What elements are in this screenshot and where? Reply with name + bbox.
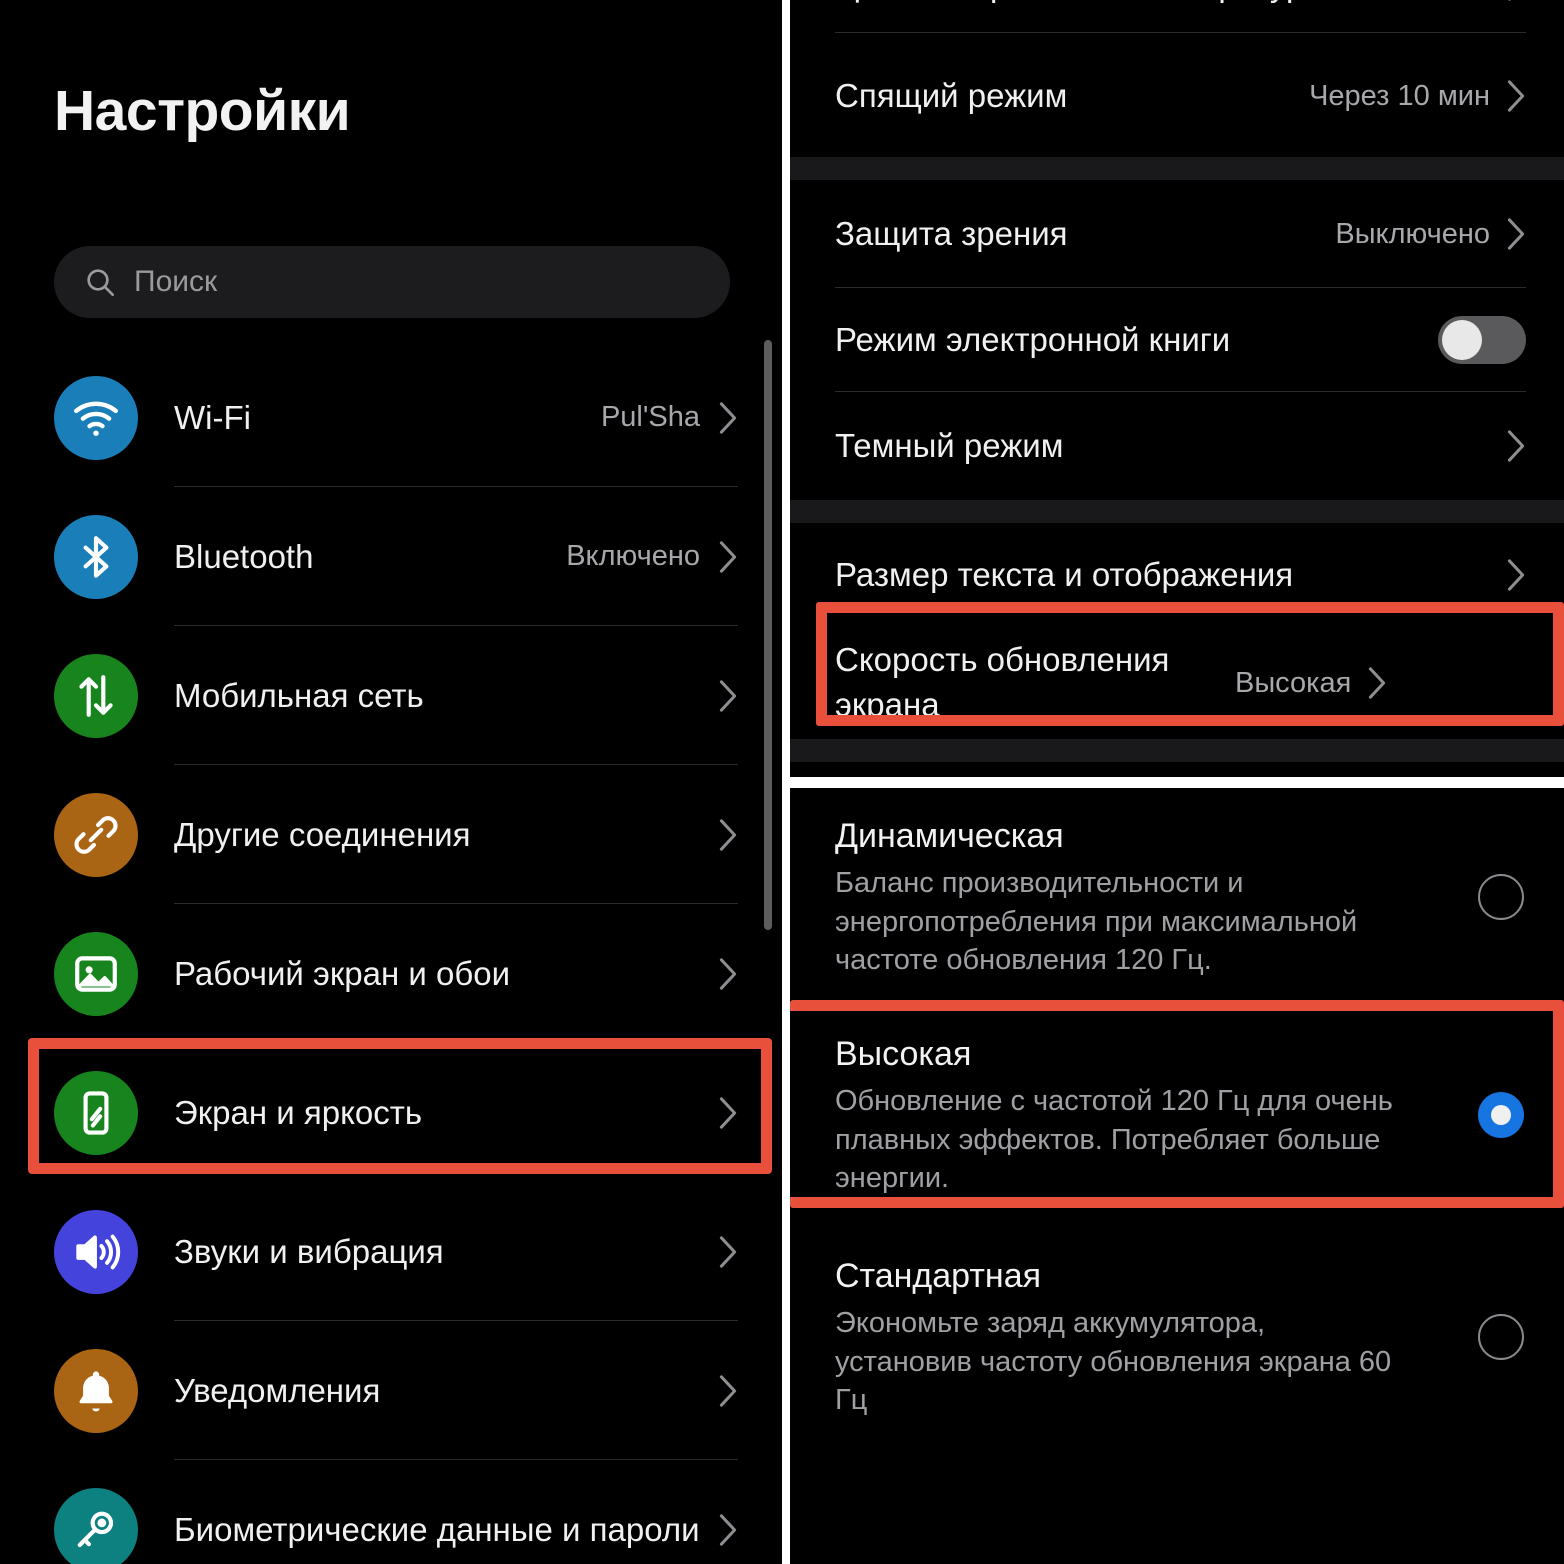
- sidebar-item-value: Pul'Sha: [600, 401, 700, 433]
- sidebar-item-notifications[interactable]: Уведомления: [0, 1321, 782, 1460]
- setting-row-screen-refresh-rate[interactable]: Скорость обновления экрана Высокая: [790, 627, 1564, 739]
- chevron-right-icon: [718, 1374, 738, 1408]
- refresh-rate-options-panel: Динамическая Баланс производительности и…: [790, 788, 1564, 1564]
- sound-icon: [54, 1209, 138, 1294]
- mobile-network-icon: [54, 653, 138, 738]
- chevron-right-icon: [718, 401, 738, 435]
- chevron-right-icon: [1367, 666, 1387, 700]
- setting-label: Защита зрения: [835, 214, 1068, 252]
- setting-row-dark-mode[interactable]: Темный режим: [790, 392, 1564, 500]
- sidebar-item-label: Мобильная сеть: [174, 676, 424, 714]
- sidebar-item-label: Другие соединения: [174, 815, 471, 853]
- radio-standard[interactable]: [1478, 1313, 1524, 1360]
- section-separator-band: [790, 739, 1564, 762]
- setting-label: Размер текста и отображения: [835, 555, 1294, 593]
- setting-label: Режим электронной книги: [835, 320, 1231, 358]
- setting-value: Выключено: [1335, 217, 1490, 250]
- chevron-right-icon: [718, 818, 738, 852]
- key-icon: [54, 1487, 138, 1564]
- chevron-right-icon: [718, 1235, 738, 1269]
- divider-wrap: [790, 0, 1564, 35]
- sidebar-item-biometrics-passwords[interactable]: Биометрические данные и пароли: [0, 1460, 782, 1564]
- option-title: Стандартная: [835, 1256, 1042, 1295]
- option-standard[interactable]: Стандартная Экономьте заряд аккумулятора…: [790, 1230, 1564, 1442]
- sidebar-item-label: Биометрические данные и пароли: [174, 1510, 700, 1548]
- sidebar-item-other-connections[interactable]: Другие соединения: [0, 765, 782, 904]
- setting-row-text-size-display[interactable]: Размер текста и отображения: [790, 523, 1564, 627]
- toggle-knob: [1442, 320, 1482, 360]
- wallpaper-icon: [54, 931, 138, 1016]
- search-placeholder: Поиск: [134, 265, 218, 298]
- display-settings-panel: Цветовой режим и температура Спящий режи…: [790, 0, 1564, 777]
- section-separator-band: [790, 157, 1564, 180]
- chevron-right-icon: [1506, 217, 1526, 251]
- setting-value: Высокая: [1235, 666, 1352, 699]
- setting-row-eye-comfort[interactable]: Защита зрения Выключено: [790, 180, 1564, 288]
- sidebar-item-sounds-vibration[interactable]: Звуки и вибрация: [0, 1182, 782, 1321]
- search-icon: [84, 266, 116, 298]
- chevron-right-icon: [1506, 429, 1526, 463]
- sidebar-item-bluetooth[interactable]: Bluetooth Включено: [0, 487, 782, 626]
- option-title: Динамическая: [835, 817, 1064, 855]
- option-text: Динамическая Баланс производительности и…: [835, 814, 1454, 980]
- sidebar-item-label: Wi-Fi: [174, 398, 251, 436]
- page-title: Настройки: [54, 79, 351, 143]
- chevron-right-icon: [1506, 79, 1526, 113]
- sidebar-item-label: Звуки и вибрация: [174, 1232, 444, 1270]
- setting-row-sleep-mode[interactable]: Спящий режим Через 10 мин: [790, 35, 1564, 157]
- bluetooth-icon: [54, 514, 138, 599]
- chevron-right-icon: [718, 1513, 738, 1547]
- option-high[interactable]: Высокая Обновление с частотой 120 Гц для…: [790, 1002, 1564, 1230]
- bell-icon: [54, 1348, 138, 1433]
- sidebar-item-value: Включено: [566, 540, 700, 572]
- display-brightness-icon: [54, 1070, 138, 1155]
- setting-value: Через 10 мин: [1309, 79, 1490, 112]
- option-description: Обновление с частотой 120 Гц для очень п…: [835, 1085, 1393, 1195]
- setting-row-ebook-mode[interactable]: Режим электронной книги: [790, 288, 1564, 392]
- sidebar-item-label: Уведомления: [174, 1371, 381, 1409]
- left-panel-scrollbar[interactable]: [764, 340, 772, 930]
- chevron-right-icon: [718, 957, 738, 991]
- radio-dynamic[interactable]: [1478, 873, 1524, 920]
- sidebar-item-label: Экран и яркость: [174, 1093, 423, 1131]
- search-input[interactable]: Поиск: [54, 246, 730, 318]
- sidebar-item-home-screen-wallpaper[interactable]: Рабочий экран и обои: [0, 904, 782, 1043]
- sidebar-item-label: Рабочий экран и обои: [174, 954, 511, 992]
- option-description: Баланс производительности и энергопотреб…: [835, 867, 1358, 977]
- option-dynamic[interactable]: Динамическая Баланс производительности и…: [790, 788, 1564, 1002]
- sidebar-item-display-brightness[interactable]: Экран и яркость: [0, 1043, 782, 1182]
- option-text: Высокая Обновление с частотой 120 Гц для…: [835, 1032, 1454, 1198]
- setting-label: Темный режим: [835, 426, 1064, 464]
- sidebar-item-label: Bluetooth: [174, 537, 314, 575]
- chevron-right-icon: [718, 1096, 738, 1130]
- setting-label: Скорость обновления экрана: [835, 641, 1170, 723]
- sidebar-item-wifi[interactable]: Wi-Fi Pul'Sha: [0, 348, 782, 487]
- settings-left-panel: Настройки Поиск Wi-Fi Pul'Sha Bluetooth …: [0, 0, 782, 1564]
- ebook-mode-toggle[interactable]: [1438, 316, 1526, 364]
- radio-high[interactable]: [1478, 1091, 1524, 1138]
- link-icon: [54, 792, 138, 877]
- wifi-icon: [54, 375, 138, 460]
- chevron-right-icon: [1506, 558, 1526, 592]
- option-description: Экономьте заряд аккумулятора, установив …: [835, 1306, 1392, 1417]
- sidebar-item-mobile-network[interactable]: Мобильная сеть: [0, 626, 782, 765]
- option-text: Стандартная Экономьте заряд аккумулятора…: [835, 1254, 1454, 1420]
- option-title: Высокая: [835, 1034, 972, 1073]
- chevron-right-icon: [718, 679, 738, 713]
- setting-label: Спящий режим: [835, 76, 1068, 114]
- screenshot-stage: Настройки Поиск Wi-Fi Pul'Sha Bluetooth …: [0, 0, 1564, 1564]
- chevron-right-icon: [718, 540, 738, 574]
- section-separator-band: [790, 500, 1564, 523]
- row-divider: [835, 32, 1526, 33]
- settings-list: Wi-Fi Pul'Sha Bluetooth Включено Мобильн…: [0, 348, 782, 1564]
